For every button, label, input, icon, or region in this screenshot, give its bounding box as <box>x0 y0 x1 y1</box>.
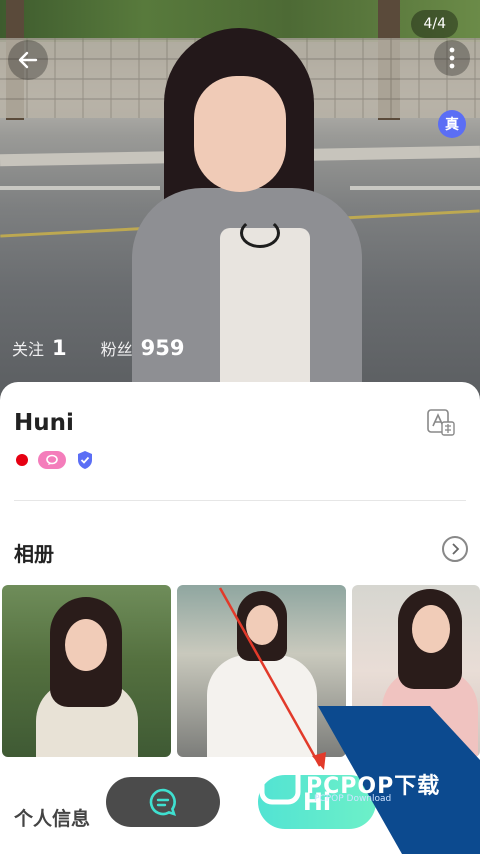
back-arrow-icon <box>18 51 38 69</box>
online-status-dot <box>16 454 28 466</box>
profile-cover-photo[interactable]: 4/4 真 关注 1 粉丝 959 <box>0 0 480 400</box>
album-more-button[interactable] <box>442 536 468 562</box>
verified-shield-icon <box>78 451 92 469</box>
photo-counter: 4/4 <box>411 10 458 38</box>
cover-road-line <box>350 186 480 190</box>
following-count[interactable]: 1 <box>52 336 67 360</box>
real-person-badge: 真 <box>438 110 466 138</box>
chevron-right-icon <box>452 543 460 555</box>
chat-button[interactable] <box>106 777 220 827</box>
album-photo[interactable] <box>352 585 480 757</box>
translate-icon[interactable] <box>426 408 456 438</box>
album-strip <box>2 585 480 757</box>
more-vertical-icon <box>449 47 455 69</box>
profile-badges <box>16 450 94 470</box>
album-photo[interactable] <box>177 585 346 757</box>
album-photo[interactable] <box>2 585 171 757</box>
following-label: 关注 <box>12 340 45 359</box>
back-button[interactable] <box>8 40 48 80</box>
followers-label: 粉丝 <box>100 340 133 359</box>
divider <box>14 500 466 501</box>
album-title: 相册 <box>14 542 54 566</box>
profile-screen: 4/4 真 关注 1 粉丝 959 Huni 相册 个人信息 Hi PCPOP下… <box>0 0 480 854</box>
chat-bubble-icon <box>149 788 177 817</box>
follow-stats: 关注 1 粉丝 959 <box>12 336 211 360</box>
profile-name: Huni <box>14 410 74 436</box>
more-options-button[interactable] <box>434 40 470 76</box>
watermark-subtext: PCPOP Download <box>314 794 392 804</box>
followers-count[interactable]: 959 <box>141 336 185 360</box>
chat-badge-icon <box>38 451 66 469</box>
personal-info-title: 个人信息 <box>14 808 91 830</box>
